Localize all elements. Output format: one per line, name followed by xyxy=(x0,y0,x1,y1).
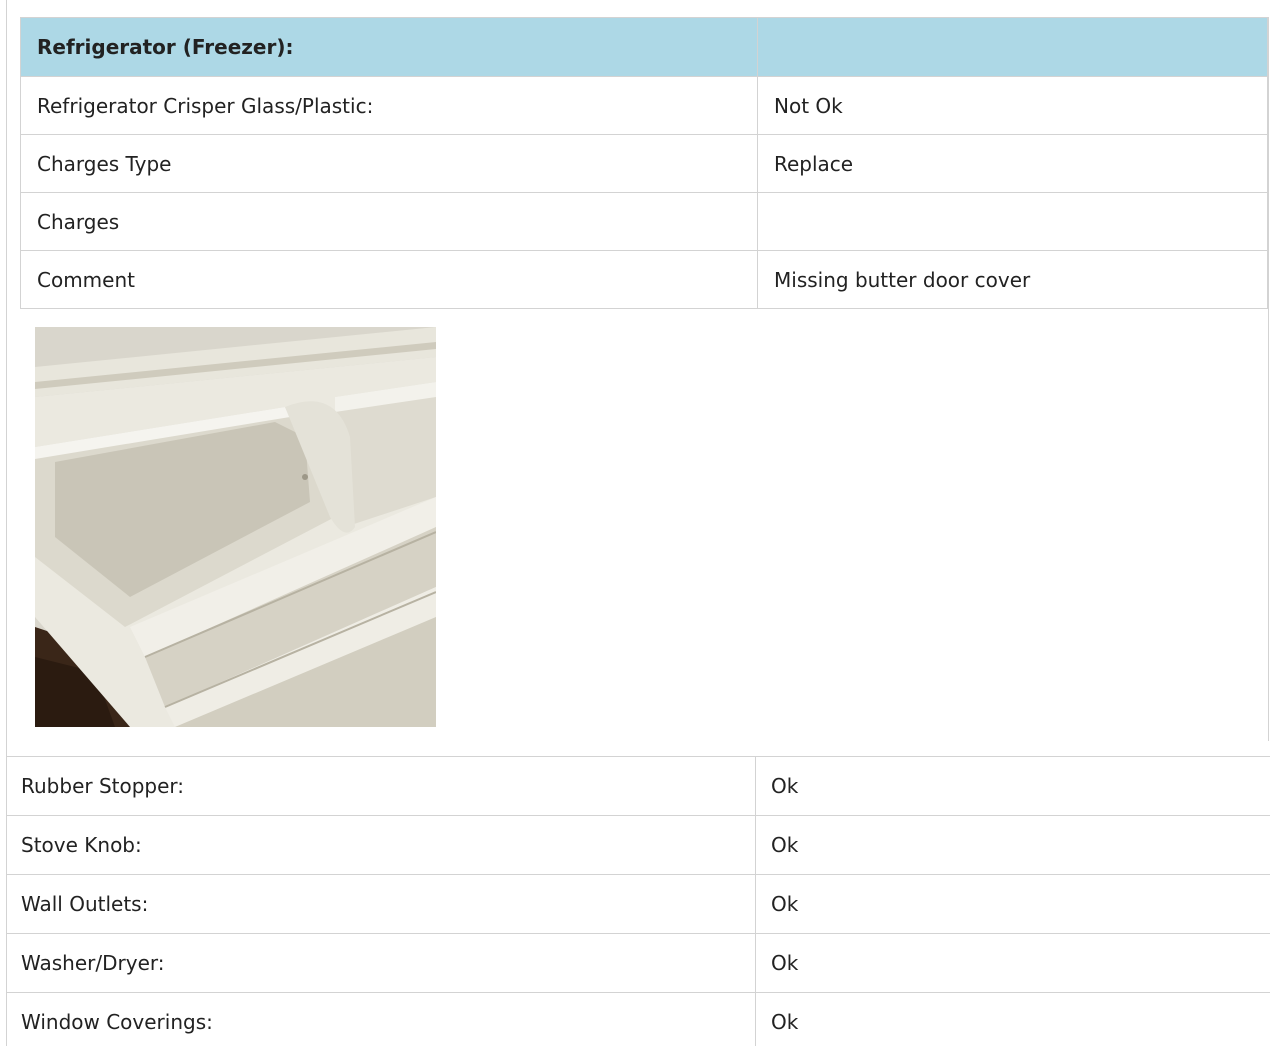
row-value: Replace xyxy=(757,134,1268,193)
row-label: Charges xyxy=(20,192,758,251)
table-row: Rubber Stopper: Ok xyxy=(6,756,1270,816)
table-row: Charges xyxy=(20,192,1268,251)
section-header-value xyxy=(757,17,1268,77)
table-row: Comment Missing butter door cover xyxy=(20,250,1268,309)
item-label: Wall Outlets: xyxy=(6,874,756,934)
table-row: Washer/Dryer: Ok xyxy=(6,933,1270,993)
item-status: Ok xyxy=(755,756,1270,816)
row-label: Comment xyxy=(20,250,758,309)
refrigerator-freezer-section: Refrigerator (Freezer): Refrigerator Cri… xyxy=(20,17,1269,741)
item-status: Ok xyxy=(755,815,1270,875)
refrigerator-door-shelf-photo xyxy=(35,327,436,727)
row-value: Not Ok xyxy=(757,76,1268,135)
damage-photo[interactable] xyxy=(35,327,436,727)
table-row: Stove Knob: Ok xyxy=(6,815,1270,875)
table-row: Wall Outlets: Ok xyxy=(6,874,1270,934)
table-row: Charges Type Replace xyxy=(20,134,1268,193)
item-status: Ok xyxy=(755,992,1270,1046)
inspection-items-table: Rubber Stopper: Ok Stove Knob: Ok Wall O… xyxy=(6,756,1270,1046)
refrigerator-detail-table: Refrigerator (Freezer): Refrigerator Cri… xyxy=(20,17,1268,309)
item-label: Stove Knob: xyxy=(6,815,756,875)
item-label: Window Coverings: xyxy=(6,992,756,1046)
item-status: Ok xyxy=(755,874,1270,934)
item-label: Rubber Stopper: xyxy=(6,756,756,816)
section-header-label: Refrigerator (Freezer): xyxy=(20,17,758,77)
row-value xyxy=(757,192,1268,251)
item-status: Ok xyxy=(755,933,1270,993)
inspection-report: Refrigerator (Freezer): Refrigerator Cri… xyxy=(0,0,1270,1046)
row-label: Refrigerator Crisper Glass/Plastic: xyxy=(20,76,758,135)
table-row: Window Coverings: Ok xyxy=(6,992,1270,1046)
row-value: Missing butter door cover xyxy=(757,250,1268,309)
item-label: Washer/Dryer: xyxy=(6,933,756,993)
section-header-row: Refrigerator (Freezer): xyxy=(20,17,1268,77)
table-row: Refrigerator Crisper Glass/Plastic: Not … xyxy=(20,76,1268,135)
row-label: Charges Type xyxy=(20,134,758,193)
